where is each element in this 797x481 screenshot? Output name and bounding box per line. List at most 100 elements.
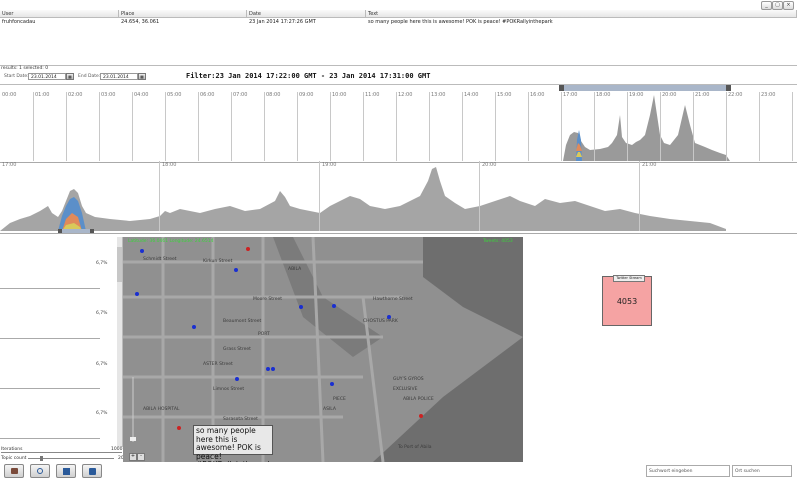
hour-label: 21:00 [642,162,657,168]
export-icon [63,468,70,475]
hour-label: 00:00 [2,92,17,98]
hour-label: 13:00 [431,92,446,98]
tweet-dot[interactable] [299,305,303,309]
cell-text: so many people here this is awesome! POK… [368,19,553,25]
hour-label: 08:00 [266,92,281,98]
map-view[interactable]: Latitude: 36.0461 Longitude: 24.6514 Twe… [123,237,523,462]
close-button[interactable]: × [783,1,794,10]
end-calendar-icon[interactable]: ▦ [138,73,146,80]
topic-percent: 6,7% [96,261,108,266]
hour-label: 11:00 [365,92,380,98]
hour-label: 02:00 [68,92,83,98]
search-icon [37,468,43,474]
column-header-place[interactable]: Place [119,10,247,18]
map-street-label: ABILA [288,267,302,272]
hour-label: 19:00 [629,92,644,98]
day-timeline[interactable]: 00:00 01:00 02:00 03:00 04:00 05:00 06:00 07:00… [0,84,797,163]
hour-label: 14:00 [464,92,479,98]
tweet-dot[interactable] [135,292,139,296]
hour-label: 16:00 [530,92,545,98]
map-tweet-count: Tweets: 4053 [483,239,513,244]
export-button[interactable] [56,464,76,478]
hour-label: 19:00 [322,162,337,168]
map-street-label: ABILA POLICE [403,397,434,402]
topic-list-scrollbar[interactable] [117,237,122,447]
tweet-dot[interactable] [140,249,144,253]
topic-count-slider[interactable] [28,456,114,461]
topic-count-label: Topic count [1,456,27,461]
tweet-dot[interactable] [246,247,250,251]
end-date-label: End Date: [78,74,101,79]
topic-percent: 6,7% [96,362,108,367]
hour-label: 03:00 [101,92,116,98]
map-street-label: Schmidt Street [143,257,177,262]
iterations-slider[interactable] [1,452,122,453]
topic-percent: 6,7% [96,311,108,316]
tweet-dot[interactable] [234,268,238,272]
save-button[interactable] [82,464,102,478]
tweet-dot[interactable] [271,367,275,371]
keyword-search-input[interactable]: Suchwort eingeben [646,465,730,477]
twitter-stream-node[interactable]: Twitter Stream 4053 [602,275,652,326]
map-street-label: Moore Street [253,297,283,302]
results-status: results: 1 selected: 0 [1,66,49,71]
start-calendar-icon[interactable]: ▦ [66,73,74,80]
tweet-dot[interactable] [330,382,334,386]
column-header-user[interactable]: User [0,10,119,18]
tweet-dot[interactable] [332,304,336,308]
zoom-out-button[interactable]: - [137,453,145,461]
hour-label: 23:00 [761,92,776,98]
tweet-dot[interactable] [235,377,239,381]
place-search-input[interactable]: Ort suchen [732,465,792,477]
map-street-label: Grass Street [223,347,251,352]
column-header-date[interactable]: Date [247,10,366,18]
tweet-dot[interactable] [192,325,196,329]
topic-percent: 6,7% [96,411,108,416]
tweet-dot[interactable] [266,367,270,371]
hour-label: 20:00 [662,92,677,98]
camera-button[interactable] [4,464,24,478]
start-date-field[interactable]: 23.01.2014 [28,73,66,80]
hour-label: 01:00 [35,92,50,98]
map-street-label: CHOSTUS PARK [363,319,398,324]
map-street-label: GUY'S GYROS [393,377,424,382]
tweet-table: User Place Date Text fruhfoncadau 24.654… [0,10,797,66]
zoom-in-button[interactable]: + [129,453,137,461]
minimize-button[interactable]: _ [761,1,772,10]
cell-place: 24.654, 36.061 [121,19,160,25]
maximize-button[interactable]: ▢ [772,1,783,10]
cell-date: 23 Jan 2014 17:27:26 GMT [249,19,316,25]
hour-label: 04:00 [134,92,149,98]
map-street-label: PIECE [333,397,346,402]
map-coordinate-readout: Latitude: 36.0461 Longitude: 24.6514 [128,239,214,244]
map-street-label: Kirkun Street [203,259,233,264]
tweet-dot[interactable] [419,414,423,418]
hour-label: 05:00 [167,92,182,98]
hour-label: 18:00 [162,162,177,168]
map-street-label: EXCLUSIVE [393,387,418,392]
cell-user: fruhfoncadau [2,19,36,25]
map-street-label: To Port of Abila [398,445,432,450]
save-icon [89,468,96,475]
hour-label: 15:00 [497,92,512,98]
hour-label: 12:00 [398,92,413,98]
hour-label: 18:00 [596,92,611,98]
hour-label: 21:00 [695,92,710,98]
tweet-dot-selected[interactable] [177,426,181,430]
twitter-stream-count: 4053 [616,297,638,306]
zoom-timeline-graph [0,167,726,233]
hour-label: 17:00 [563,92,578,98]
search-map-button[interactable] [30,464,50,478]
map-street-label: PORT [258,332,270,337]
zoom-timeline[interactable]: 17:00 18:00 19:00 20:00 21:00 [0,161,797,234]
hour-label: 10:00 [332,92,347,98]
twitter-stream-label: Twitter Stream [613,275,645,282]
topic-list[interactable]: 6,7% 6,7% 6,7% 6,7% [0,237,123,447]
map-street-label: ASILA [323,407,336,412]
tweet-dot[interactable] [387,315,391,319]
end-date-field[interactable]: 23.01.2014 [100,73,138,80]
map-street-label: ABILA HOSPITAL [143,407,180,412]
filter-range-text: Filter:23 Jan 2014 17:22:00 GMT - 23 Jan… [186,72,431,80]
hour-label: 09:00 [299,92,314,98]
column-header-text[interactable]: Text [366,10,797,18]
